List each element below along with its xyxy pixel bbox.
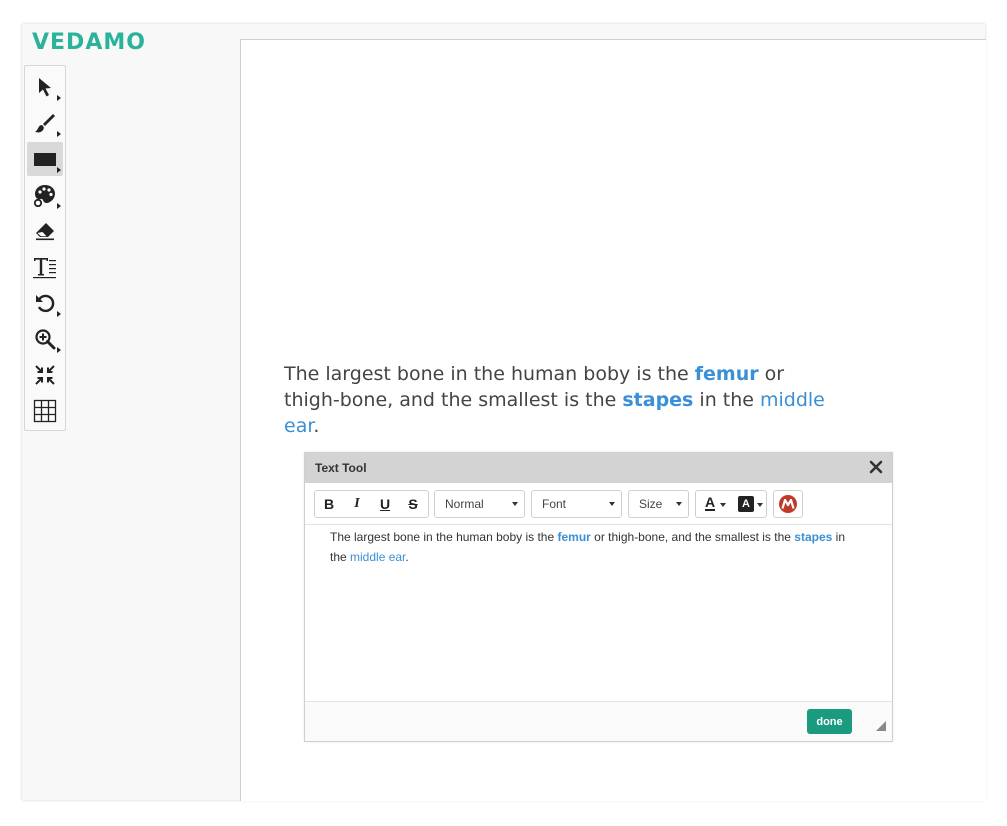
- text-segment-bold: stapes: [794, 530, 833, 544]
- editor-toolbar: B I U S Normal Font Size A A: [305, 483, 892, 525]
- chevron-right-icon: [57, 95, 61, 101]
- text-icon: [33, 258, 56, 279]
- chevron-right-icon: [57, 203, 61, 209]
- palette-icon: [33, 185, 55, 207]
- background-color-button[interactable]: A: [731, 491, 766, 517]
- vedamo-logo: VEDAMO: [32, 30, 146, 55]
- background-color-icon: A: [738, 496, 754, 512]
- zoom-tool-button[interactable]: [27, 322, 63, 356]
- strikethrough-button[interactable]: S: [399, 491, 427, 517]
- chevron-down-icon: [720, 503, 726, 507]
- math-formula-button[interactable]: [773, 490, 803, 518]
- resize-handle-icon[interactable]: [876, 721, 886, 731]
- underline-button[interactable]: U: [371, 491, 399, 517]
- text-segment-link: middle ear: [350, 550, 406, 564]
- close-icon[interactable]: [868, 459, 884, 475]
- text-tool-button[interactable]: [27, 250, 63, 284]
- chevron-down-icon: [512, 502, 518, 506]
- shape-tool-button[interactable]: [27, 142, 63, 176]
- text-segment-bold: femur: [557, 530, 591, 544]
- bold-button[interactable]: B: [315, 491, 343, 517]
- color-button-group: A A: [695, 490, 767, 518]
- text-segment: The largest bone in the human boby is th…: [330, 530, 558, 544]
- zoom-in-icon: [35, 329, 56, 350]
- dialog-header[interactable]: Text Tool: [305, 453, 892, 483]
- chevron-down-icon: [757, 503, 763, 507]
- italic-button[interactable]: I: [343, 491, 371, 517]
- canvas-text-object[interactable]: The largest bone in the human boby is th…: [284, 361, 844, 439]
- text-segment: in the: [693, 389, 760, 411]
- text-tool-dialog: Text Tool B I U S Normal Font Size A A T…: [304, 452, 893, 742]
- select-value: Normal: [445, 497, 484, 511]
- tool-sidebar: [24, 65, 66, 431]
- done-button[interactable]: done: [807, 709, 852, 734]
- color-tool-button[interactable]: [27, 178, 63, 212]
- undo-tool-button[interactable]: [27, 286, 63, 320]
- text-segment: The largest bone in the human boby is th…: [284, 363, 695, 385]
- text-segment: or thigh-bone, and the smallest is the: [590, 530, 795, 544]
- fit-tool-button[interactable]: [27, 358, 63, 392]
- dialog-footer: done: [305, 701, 892, 741]
- eraser-icon: [36, 223, 54, 241]
- grid-tool-button[interactable]: [27, 394, 63, 428]
- text-editor-area[interactable]: The largest bone in the human boby is th…: [330, 527, 860, 567]
- grid-icon: [33, 399, 57, 423]
- compress-icon: [35, 365, 55, 385]
- chevron-right-icon: [57, 131, 61, 137]
- font-select[interactable]: Font: [531, 490, 622, 518]
- dialog-title: Text Tool: [315, 461, 367, 475]
- text-color-button[interactable]: A: [696, 491, 731, 517]
- chevron-right-icon: [57, 347, 61, 353]
- select-value: Font: [542, 497, 567, 511]
- text-segment: .: [313, 415, 320, 437]
- text-segment-bold: stapes: [622, 389, 694, 411]
- text-segment: .: [405, 550, 409, 564]
- cursor-arrow-icon: [39, 78, 51, 97]
- eraser-tool-button[interactable]: [27, 214, 63, 248]
- chevron-right-icon: [57, 311, 61, 317]
- chevron-down-icon: [676, 502, 682, 506]
- text-segment-bold: femur: [694, 363, 759, 385]
- text-color-icon: A: [705, 494, 716, 511]
- whiteboard-app: VEDAMO The largest bone in the human bob…: [22, 24, 986, 801]
- chevron-down-icon: [609, 502, 615, 506]
- select-tool-button[interactable]: [27, 70, 63, 104]
- paragraph-format-select[interactable]: Normal: [434, 490, 525, 518]
- brush-tool-button[interactable]: [27, 106, 63, 140]
- paintbrush-icon: [35, 114, 55, 133]
- chevron-right-icon: [57, 167, 61, 173]
- undo-icon: [36, 294, 55, 313]
- font-size-select[interactable]: Size: [628, 490, 689, 518]
- math-formula-icon: [779, 495, 797, 513]
- select-value: Size: [639, 497, 663, 511]
- format-button-group: B I U S: [314, 490, 429, 518]
- rectangle-icon: [34, 153, 56, 166]
